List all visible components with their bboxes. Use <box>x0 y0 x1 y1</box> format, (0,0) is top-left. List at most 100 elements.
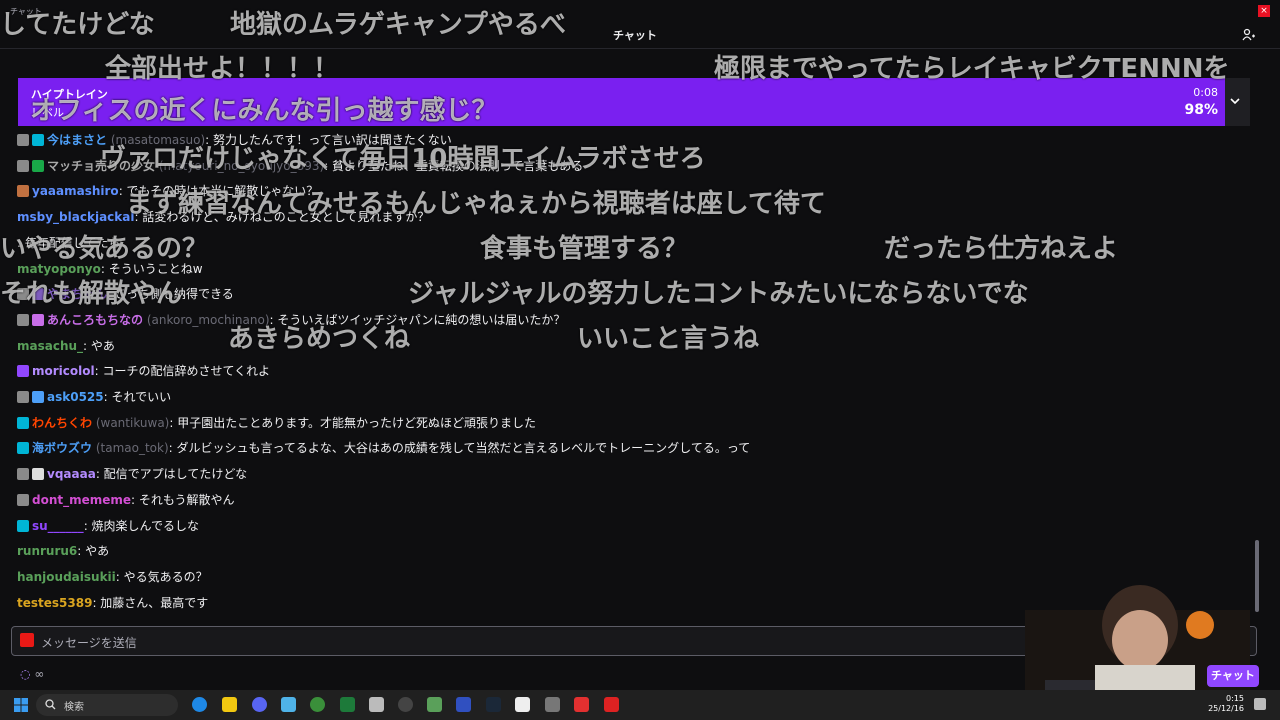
chat-username[interactable]: msby_blackjackal <box>17 210 134 224</box>
chat-badge-icon[interactable] <box>17 365 29 378</box>
monitor-icon[interactable] <box>456 697 471 712</box>
x-app-icon[interactable] <box>369 697 384 712</box>
chat-username[interactable]: わんちくわ <box>32 416 92 430</box>
chat-username[interactable]: dont_mememe <box>32 493 131 507</box>
chat-message: vqaaaa: 配信でアプはしてたけどな <box>17 462 247 486</box>
chat-username[interactable]: ask0525 <box>47 390 104 404</box>
chat-username[interactable]: su______ <box>32 519 84 533</box>
hype-train-label: ハイプトレイン <box>31 88 108 101</box>
chat-username[interactable]: moricolol <box>32 364 95 378</box>
search-icon <box>45 699 56 710</box>
chat-message: moricolol: コーチの配信辞めさせてくれよ <box>17 359 270 383</box>
taskbar-search[interactable]: 検索 <box>36 694 178 716</box>
chat-badge-icon[interactable] <box>17 519 29 532</box>
steam-icon[interactable] <box>486 697 501 712</box>
chat-badge-icon[interactable] <box>32 468 44 481</box>
chat-message-text: コーチの配信辞めさせてくれよ <box>102 364 271 379</box>
chat-badge-icon[interactable] <box>17 185 29 198</box>
chrome-icon[interactable] <box>310 697 325 712</box>
obs-icon[interactable] <box>398 697 413 712</box>
chat-separator: : <box>77 544 86 559</box>
chat-separator: : <box>131 492 139 507</box>
chat-badge-icon[interactable] <box>32 288 44 301</box>
chat-username[interactable]: vqaaaa <box>47 467 96 481</box>
windows-start-icon[interactable] <box>14 698 28 712</box>
chat-badge-icon[interactable] <box>32 313 44 326</box>
chat-badge-icon[interactable] <box>17 134 29 146</box>
hype-train-progress <box>18 78 1226 126</box>
edge-icon[interactable] <box>192 697 207 712</box>
chat-separator: : <box>324 158 333 173</box>
channel-points[interactable]: ◌ ∞ <box>20 667 44 681</box>
discord-icon[interactable] <box>252 697 267 712</box>
chat-message-text: それでいい <box>111 390 172 404</box>
app-icon[interactable] <box>427 697 442 712</box>
chat-badge-icon[interactable] <box>17 313 29 326</box>
chevron-down-icon[interactable] <box>1228 94 1242 108</box>
close-icon[interactable]: × <box>1258 5 1270 17</box>
chat-message-text: やあ <box>90 338 115 353</box>
document-icon[interactable] <box>515 697 530 712</box>
chat-username[interactable]: testes5389 <box>17 596 92 610</box>
chat-separator: : <box>83 338 91 353</box>
notification-icon[interactable] <box>1254 698 1266 710</box>
chat-message: あんころもちなの (ankoro_mochinano): そういえばツイッチジャ… <box>17 308 565 332</box>
chat-separator: : <box>95 467 104 482</box>
chat-badge-icon[interactable] <box>20 633 34 647</box>
chat-username[interactable]: 海ボウズウ <box>32 441 92 455</box>
channel-points-value: ∞ <box>34 667 45 681</box>
chat-badge-icon[interactable] <box>17 159 29 172</box>
chat-username[interactable]: 今はまさと <box>47 133 107 147</box>
excel-icon[interactable] <box>340 697 355 712</box>
taskbar-clock[interactable]: 0:15 25/12/16 <box>1208 694 1244 714</box>
chat-username[interactable]: hanjoudaisukii <box>17 570 116 584</box>
chat-username[interactable]: マッチョ売りの少女 <box>47 159 155 173</box>
valorant-icon[interactable] <box>574 697 589 712</box>
chat-badge-icon[interactable] <box>17 288 29 301</box>
chat-send-button[interactable]: チャット <box>1207 665 1259 687</box>
chat-message-text: 配信でアプはしてたけどな <box>103 467 248 482</box>
chat-badge-icon[interactable] <box>17 391 29 403</box>
chat-message-text: そういうことねw <box>108 261 203 276</box>
chat-badge-icon[interactable] <box>17 442 29 455</box>
taskbar: 検索 0:15 25/12/16 <box>0 690 1280 720</box>
chat-separator: : <box>100 261 109 276</box>
chat-badge-icon[interactable] <box>32 134 44 146</box>
chat-header-title: チャット <box>613 29 657 42</box>
chat-username[interactable]: masachu_ <box>17 339 83 353</box>
chat-username-login: (ankoro_mochinano) <box>143 312 270 327</box>
community-icon[interactable] <box>1242 28 1256 42</box>
chat-badge-icon[interactable] <box>17 416 29 429</box>
channel-points-icon: ◌ <box>20 667 31 681</box>
chat-scrollbar[interactable] <box>1255 540 1259 612</box>
chat-username[interactable]: やまちゃん <box>47 287 107 301</box>
chat-badge-icon[interactable] <box>17 493 29 506</box>
taskbar-search-label: 検索 <box>64 702 84 713</box>
chat-separator: : <box>17 235 25 250</box>
notepad-icon[interactable] <box>281 697 296 712</box>
riot-icon[interactable] <box>604 697 619 712</box>
chat-username[interactable]: matyoponyo <box>17 262 101 276</box>
chat-message-text: 焼肉楽しんでるしな <box>91 518 199 533</box>
chat-username[interactable]: あんころもちなの <box>47 313 143 327</box>
chat-badge-icon[interactable] <box>32 159 44 172</box>
chat-message: yaaamashiro: でもその時は本当に解散じゃない？ <box>17 179 318 203</box>
chat-separator: : <box>115 569 124 584</box>
chat-message: msby_blackjackal: 話変わるけど、みけねこのこと女として見れます… <box>17 205 429 229</box>
chat-message: ask0525: それでいい <box>17 385 171 409</box>
chat-badge-icon[interactable] <box>17 468 29 481</box>
hype-train-level: レベル <box>31 106 64 119</box>
window-title: チャット <box>10 7 42 16</box>
hype-train-banner[interactable]: ハイプトレイン レベル 0:08 98% <box>18 78 1250 126</box>
chat-badge-icon[interactable] <box>32 391 44 403</box>
chat-message: 海ボウズウ (tamao_tok): ダルビッシュも言ってるよな、大谷はあの成績… <box>17 436 750 460</box>
chat-message: hanjoudaisukii: やる気あるの？ <box>17 565 208 589</box>
chat-message-text: やあ <box>85 544 110 559</box>
chat-username[interactable]: runruru6 <box>17 544 77 558</box>
tool-icon[interactable] <box>545 697 560 712</box>
chat-username-login: (wantikuwa) <box>92 415 170 430</box>
chat-message-list[interactable]: 今はまさと (masatomasuo): 努力したんです！って言い訳は聞きたくな… <box>0 128 1250 618</box>
chat-username[interactable]: yaaamashiro <box>32 184 119 198</box>
chat-message-text: 甲子園出たことあります。才能無かったけど死ぬほど頑張りました <box>177 415 537 430</box>
file-explorer-icon[interactable] <box>222 697 237 712</box>
